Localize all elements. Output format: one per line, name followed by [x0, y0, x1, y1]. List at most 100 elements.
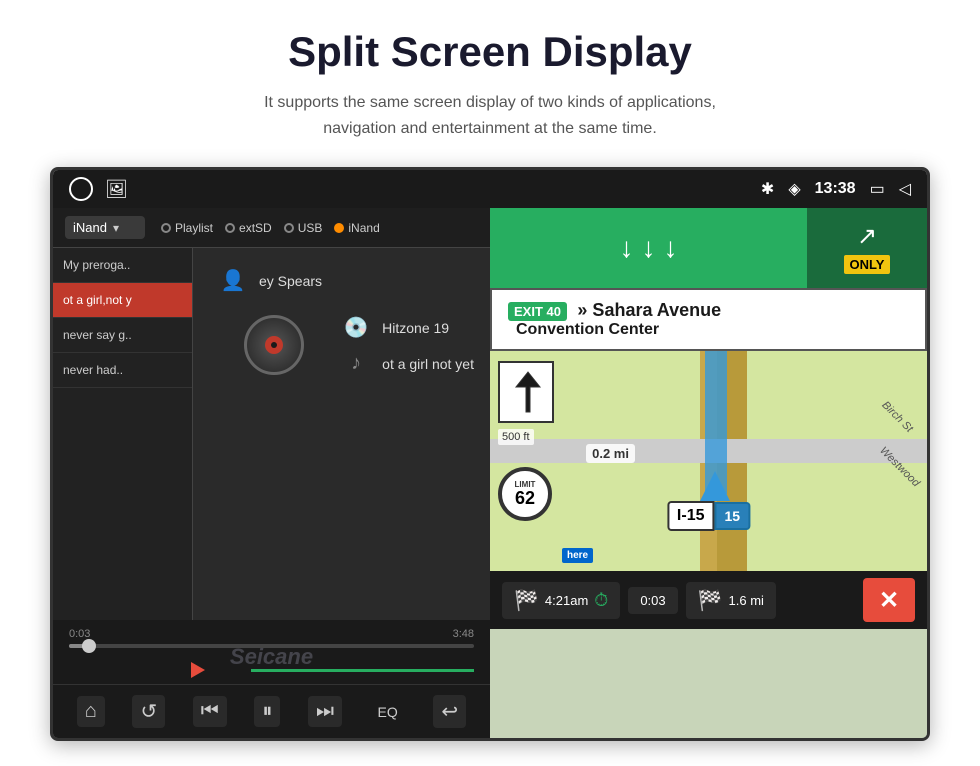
image-icon: 🖼: [105, 179, 128, 200]
close-icon: ✕: [879, 586, 899, 615]
nav-bottom-bar: 🏁 4:21am ⏱ 0:03 🏁 1.6 mi ✕: [490, 571, 927, 629]
home-button[interactable]: ⌂: [77, 696, 105, 727]
progress-thumb[interactable]: [82, 639, 96, 653]
nav-map: ↓ ↓ ↓ ↗ ONLY EXIT 40 » Sahara Avenue Con…: [490, 208, 927, 738]
playlist-item-2[interactable]: ot a girl,not y: [53, 283, 192, 318]
playlist-item-4[interactable]: never had..: [53, 353, 192, 388]
radio-dot-usb: [284, 223, 294, 233]
playlist-item-3[interactable]: never say g..: [53, 318, 192, 353]
green-progress-line: [251, 669, 474, 672]
split-screen: iNand ▾ Playlist extSD USB: [53, 208, 927, 738]
track-artist-row: 👤 ey Spears: [219, 268, 474, 293]
tab-playlist[interactable]: Playlist: [161, 221, 213, 235]
exit-street-text: » Sahara Avenue: [577, 300, 721, 320]
playlist-sidebar: My preroga.. ot a girl,not y never say g…: [53, 248, 193, 620]
source-label: iNand: [73, 220, 107, 235]
progress-times: 0:03 3:48: [69, 628, 474, 640]
speed-limit-sign: LIMIT 62: [498, 467, 552, 521]
eta-time: 4:21am: [545, 593, 588, 608]
progress-bar[interactable]: [69, 644, 474, 648]
circle-icon: [69, 177, 93, 201]
back-button[interactable]: ↩: [433, 695, 466, 728]
dropdown-arrow-icon: ▾: [113, 221, 119, 235]
album-art: [244, 315, 304, 375]
disc-icon: 💿: [342, 315, 370, 340]
down-arrow-1-icon: ↓: [620, 232, 634, 264]
status-time: 13:38: [815, 180, 856, 198]
playlist-item-1[interactable]: My preroga..: [53, 248, 192, 283]
status-bar: 🖼 ✱ ◈ 13:38 ▭ ◁: [53, 170, 927, 208]
birch-st-label: Birch St: [880, 399, 916, 435]
play-indicator-icon: [191, 662, 205, 678]
track-info: 👤 ey Spears: [209, 268, 474, 293]
clock-icon: ⏱: [594, 590, 608, 611]
up-right-arrow-icon: ↗: [857, 222, 877, 251]
next-button[interactable]: ⏭: [308, 696, 342, 727]
repeat-button[interactable]: ↺: [132, 695, 165, 728]
down-arrow-2-icon: ↓: [642, 232, 656, 264]
radio-dot-playlist: [161, 223, 171, 233]
navigation-panel: ↓ ↓ ↓ ↗ ONLY EXIT 40 » Sahara Avenue Con…: [490, 208, 927, 738]
tab-usb-label: USB: [298, 221, 323, 235]
remaining-block: 🏁 1.6 mi: [686, 582, 776, 619]
source-selector: iNand ▾ Playlist extSD USB: [53, 208, 490, 248]
music-player-panel: iNand ▾ Playlist extSD USB: [53, 208, 490, 738]
radio-dot-inand: [334, 223, 344, 233]
location-icon: ◈: [788, 179, 800, 199]
radio-dot-extsd: [225, 223, 235, 233]
status-right: ✱ ◈ 13:38 ▭ ◁: [761, 179, 911, 199]
trip-elapsed: 0:03: [640, 593, 665, 608]
page-subtitle: It supports the same screen display of t…: [40, 90, 940, 141]
media-indicator-bar: [53, 656, 490, 684]
tab-inand[interactable]: iNand: [334, 221, 379, 235]
highway-shield: 15: [715, 502, 751, 530]
source-dropdown[interactable]: iNand ▾: [65, 216, 145, 239]
progress-section: 0:03 3:48: [53, 620, 490, 656]
turn-sign: [498, 361, 554, 423]
play-pause-button[interactable]: ⏸: [254, 696, 280, 727]
track-song-row: ♪ ot a girl not yet: [342, 352, 474, 375]
turn-right-sign: ↗ ONLY: [807, 208, 927, 288]
status-left: 🖼: [69, 177, 128, 201]
device-frame: 🖼 ✱ ◈ 13:38 ▭ ◁ iNand ▾ Playlist: [50, 167, 930, 741]
speed-number: 62: [515, 489, 535, 507]
elapsed-block: 0:03: [628, 587, 677, 614]
checkered-start-icon: 🏁: [514, 588, 539, 613]
now-playing: 👤 ey Spears 💿 H: [193, 248, 490, 620]
track-song: ot a girl not yet: [382, 356, 474, 372]
source-tabs: Playlist extSD USB iNand: [161, 221, 478, 235]
tab-playlist-label: Playlist: [175, 221, 213, 235]
prev-button[interactable]: ⏮: [193, 696, 227, 727]
here-logo: here: [562, 548, 593, 563]
tab-usb[interactable]: USB: [284, 221, 323, 235]
track-artist: ey Spears: [259, 273, 322, 289]
down-arrow-3-icon: ↓: [664, 232, 678, 264]
tab-inand-label: iNand: [348, 221, 379, 235]
highway-badge: I-15 15: [667, 501, 750, 531]
map-visual: 500 ft here 0.2 mi LIMIT 62: [490, 351, 927, 571]
only-badge: ONLY: [844, 255, 891, 274]
exit-subtitle-text: Convention Center: [508, 321, 659, 338]
eq-button[interactable]: EQ: [370, 700, 406, 724]
route-overlay: [705, 351, 727, 494]
trip-remaining: 1.6 mi: [729, 593, 764, 608]
note-icon: ♪: [342, 352, 370, 375]
track-album-row: 💿 Hitzone 19: [342, 315, 474, 340]
artist-icon: 👤: [219, 268, 247, 293]
page-header: Split Screen Display It supports the sam…: [0, 0, 980, 157]
tab-extsd-label: extSD: [239, 221, 272, 235]
nav-close-button[interactable]: ✕: [863, 578, 915, 622]
track-album: Hitzone 19: [382, 320, 449, 336]
nav-top-signs: ↓ ↓ ↓ ↗ ONLY: [490, 208, 927, 288]
route-distance: 0.2 mi: [586, 444, 635, 463]
tab-extsd[interactable]: extSD: [225, 221, 272, 235]
content-area: My preroga.. ot a girl,not y never say g…: [53, 248, 490, 620]
bluetooth-icon: ✱: [761, 179, 774, 199]
progress-total: 3:48: [453, 628, 474, 640]
album-art-inner: [265, 336, 283, 354]
checkered-end-icon: 🏁: [698, 588, 723, 613]
eta-block: 🏁 4:21am ⏱: [502, 582, 620, 619]
page-title: Split Screen Display: [40, 28, 940, 76]
highway-label: I-15: [667, 501, 715, 531]
turn-overlay: 500 ft: [498, 361, 554, 445]
